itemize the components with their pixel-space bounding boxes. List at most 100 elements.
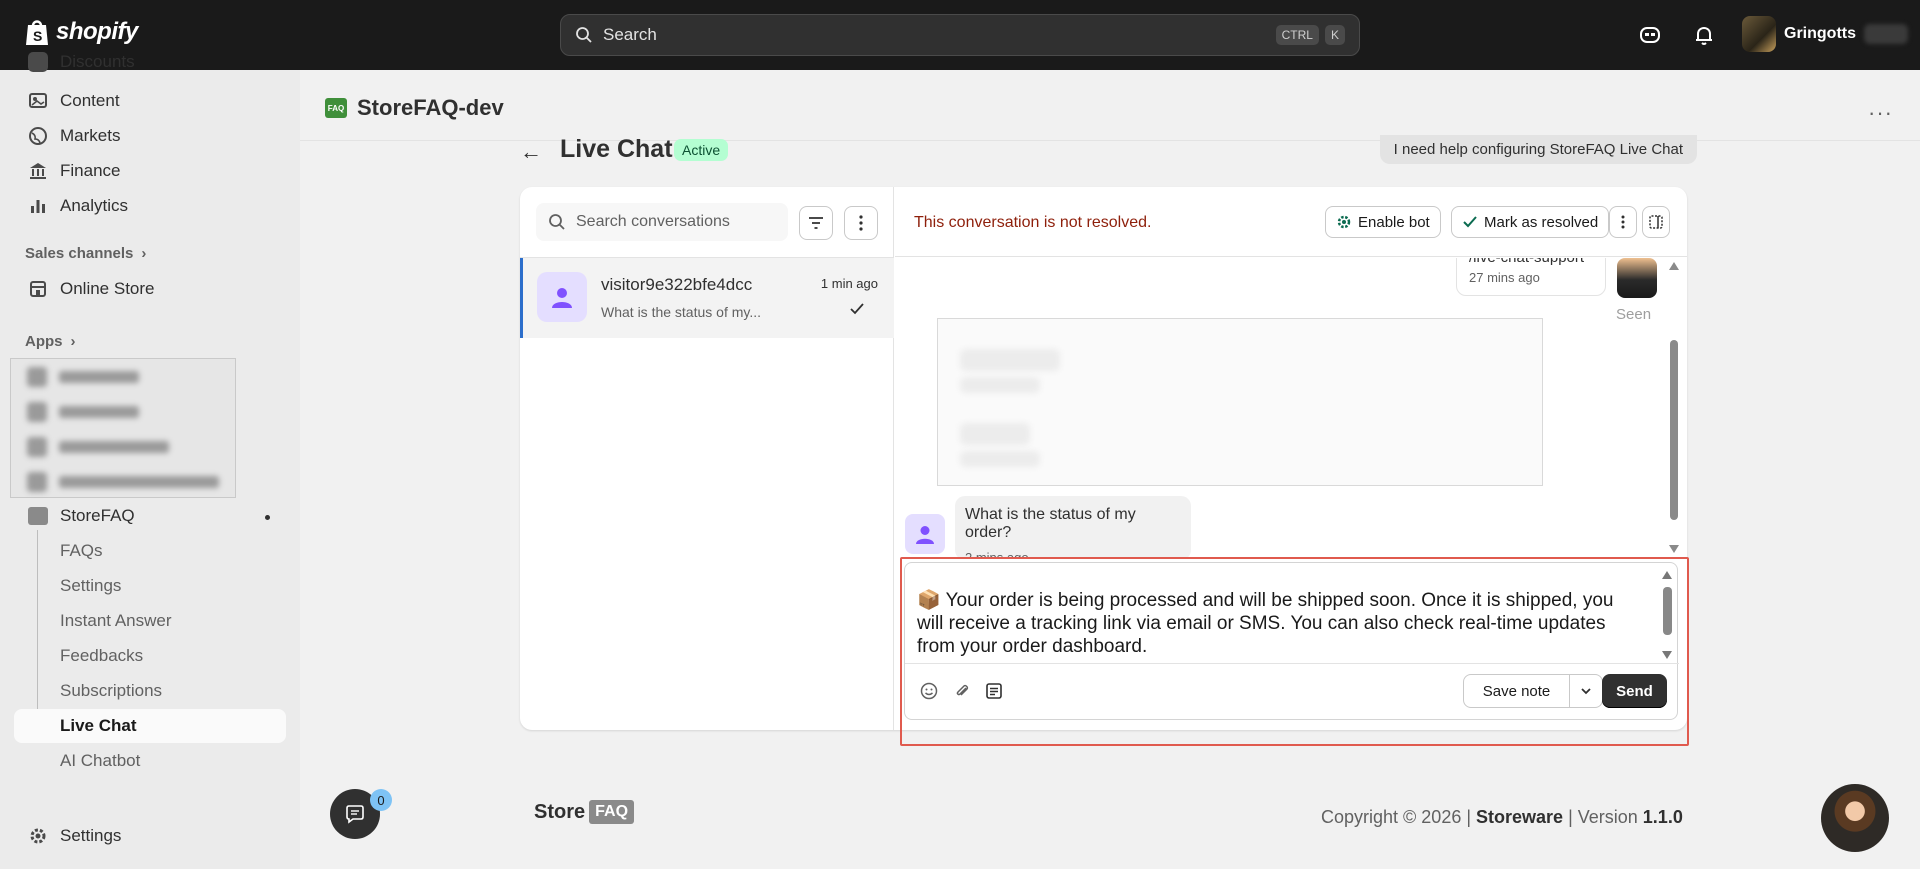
footer-logo-faq: FAQ (589, 800, 635, 824)
visitor-avatar (905, 514, 945, 554)
shortcut-k: K (1324, 25, 1345, 45)
sidebar-item-discounts[interactable]: Discounts (14, 52, 286, 72)
visitor-avatar (537, 272, 587, 322)
sidebar-item-feedbacks[interactable]: Feedbacks (14, 639, 286, 673)
shopify-logo[interactable]: S shopify (24, 17, 138, 47)
copyright-prefix: Copyright © 2026 | (1321, 807, 1477, 827)
conversation-search-placeholder: Search conversations (576, 213, 730, 230)
conversation-options-button[interactable] (844, 206, 878, 240)
conversation-item[interactable]: visitor9e322bfe4dcc What is the status o… (520, 258, 894, 338)
checkmark-icon (1463, 216, 1477, 228)
svg-text:S: S (33, 28, 42, 44)
apps-heading[interactable]: Apps › (25, 333, 76, 350)
filter-icon (809, 217, 823, 229)
sidebar-item-label: Settings (60, 826, 122, 845)
emoji-icon[interactable] (919, 681, 939, 701)
mark-resolved-label: Mark as resolved (1484, 213, 1599, 231)
conversation-more-button[interactable] (1609, 206, 1637, 238)
send-button[interactable]: Send (1602, 674, 1667, 708)
storefaq-footer-logo: Store FAQ (534, 800, 635, 824)
save-note-button[interactable]: Save note (1464, 675, 1570, 707)
redacted-message-block (937, 318, 1543, 486)
save-note-dropdown[interactable] (1570, 675, 1602, 707)
top-bar: S shopify Search CTRL K Gringotts (0, 0, 1920, 70)
message-composer[interactable]: 📦 Your order is being processed and will… (904, 562, 1679, 720)
redacted-app-item[interactable] (11, 359, 235, 394)
globe-icon (29, 127, 47, 145)
thread-scrollbar[interactable] (1668, 260, 1680, 555)
toggle-panel-button[interactable] (1642, 206, 1670, 238)
reply-textarea[interactable]: 📦 Your order is being processed and will… (917, 589, 1637, 658)
vertical-dots-icon (859, 215, 863, 231)
sidebar-item-instant-answer[interactable]: Instant Answer (14, 604, 286, 638)
sales-channels-heading[interactable]: Sales channels › (25, 245, 146, 262)
storefaq-app-icon (28, 507, 48, 525)
redacted-app-item[interactable] (11, 429, 235, 464)
filter-button[interactable] (799, 206, 833, 240)
scroll-up-arrow-icon[interactable] (1669, 262, 1679, 270)
attachment-icon[interactable] (952, 681, 972, 701)
agent-message-time: 27 mins ago (1469, 270, 1540, 285)
saved-replies-icon[interactable] (984, 681, 1004, 701)
sidebar-item-analytics[interactable]: Analytics (14, 190, 286, 222)
redacted-apps-list (10, 358, 236, 498)
chevron-down-icon (1581, 688, 1591, 695)
copyright-text: Copyright © 2026 | Storeware | Version 1… (1321, 807, 1683, 828)
seen-indicator: Seen (1616, 306, 1652, 323)
notification-bell-icon[interactable] (1692, 23, 1716, 47)
back-arrow-icon[interactable]: ← (520, 139, 542, 165)
company-link[interactable]: Storeware (1476, 807, 1563, 827)
sidebar-item-ai-chatbot[interactable]: AI Chatbot (14, 744, 286, 778)
storefront-icon (30, 281, 46, 297)
storefaq-logo-icon: FAQ (325, 98, 347, 118)
chat-bubble-icon (346, 805, 364, 824)
enable-bot-button[interactable]: Enable bot (1325, 206, 1441, 238)
scrollbar-thumb[interactable] (1670, 340, 1678, 520)
sidebar-item-live-chat[interactable]: Live Chat (14, 709, 286, 743)
agent-message-text: /live-chat-support (1469, 258, 1593, 266)
message-thread: /live-chat-support 27 mins ago Seen What… (895, 258, 1687, 558)
scroll-down-arrow-icon[interactable] (1662, 651, 1672, 659)
global-search[interactable]: Search CTRL K (560, 14, 1360, 56)
sidebar-item-settings[interactable]: Settings (14, 820, 286, 852)
sidebar-item-subscriptions[interactable]: Subscriptions (14, 674, 286, 708)
redacted-app-item[interactable] (11, 464, 235, 499)
visitor-message-text: What is the status of my order? (965, 506, 1136, 541)
chevron-right-icon: › (70, 333, 76, 350)
sidebar-item-label: Online Store (60, 279, 155, 298)
discount-icon (28, 52, 48, 72)
store-avatar (1742, 16, 1776, 52)
sidebar-item-online-store[interactable]: Online Store (14, 273, 286, 305)
conversation-time: 1 min ago (820, 276, 878, 291)
composer-scrollbar[interactable] (1661, 571, 1673, 659)
conversation-header: This conversation is not resolved. Enabl… (895, 187, 1687, 257)
vertical-dots-icon (1621, 215, 1625, 229)
more-actions-icon[interactable]: ··· (1868, 100, 1893, 126)
scroll-up-arrow-icon[interactable] (1662, 571, 1672, 579)
redacted-user-badge (1864, 24, 1908, 44)
sidebar-item-markets[interactable]: Markets (14, 120, 286, 152)
conversation-search-input[interactable]: Search conversations (536, 203, 788, 241)
redacted-app-item[interactable] (11, 394, 235, 429)
sidekick-icon[interactable] (1638, 23, 1662, 47)
support-agent-avatar[interactable] (1821, 784, 1889, 852)
account-menu[interactable]: Gringotts (1742, 16, 1908, 52)
sidebar-item-label: Finance (60, 161, 121, 180)
composer-divider (905, 663, 1679, 664)
person-icon (552, 288, 572, 308)
agent-message: /live-chat-support 27 mins ago (1456, 258, 1606, 296)
conversation-visitor-name: visitor9e322bfe4dcc (601, 275, 753, 294)
sidebar-item-finance[interactable]: Finance (14, 155, 286, 187)
sidebar-item-storefaq[interactable]: StoreFAQ (14, 500, 286, 532)
mark-resolved-button[interactable]: Mark as resolved (1451, 206, 1610, 238)
chevron-right-icon: › (141, 245, 147, 262)
app-header: FAQ StoreFAQ-dev (325, 95, 504, 121)
sidebar-item-settings-sub[interactable]: Settings (14, 569, 286, 603)
scroll-down-arrow-icon[interactable] (1669, 545, 1679, 553)
sidebar-item-faqs[interactable]: FAQs (14, 534, 286, 568)
scrollbar-thumb[interactable] (1663, 587, 1672, 635)
gear-icon (1337, 215, 1351, 229)
help-configuring-button[interactable]: I need help configuring StoreFAQ Live Ch… (1379, 135, 1697, 164)
sidebar-item-content[interactable]: Content (14, 85, 286, 117)
side-panel-icon (1649, 215, 1663, 229)
